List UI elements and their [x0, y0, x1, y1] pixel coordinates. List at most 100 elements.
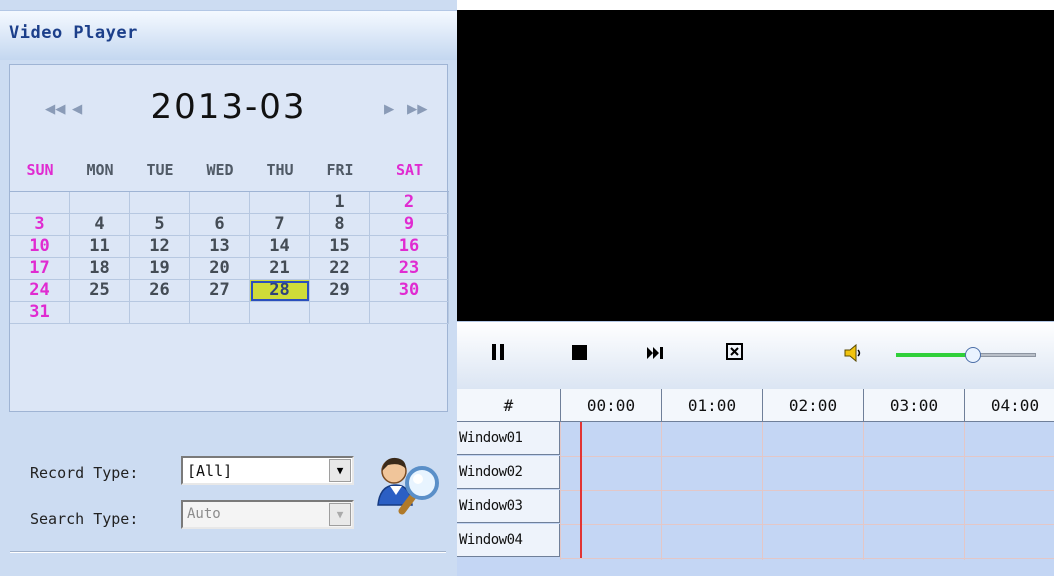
app-title: Video Player — [9, 23, 138, 43]
calendar-day-20[interactable]: 20 — [190, 258, 250, 280]
calendar-empty-cell — [130, 302, 190, 324]
timeline: # 00:00 01:00 02:00 03:00 04:00 Window01 Wind… — [457, 389, 1054, 576]
playback-cursor[interactable] — [580, 422, 582, 558]
search-type-value: Auto — [187, 506, 221, 522]
calendar-day-18[interactable]: 18 — [70, 258, 130, 280]
calendar-empty-cell — [70, 302, 130, 324]
calendar-day-13[interactable]: 13 — [190, 236, 250, 258]
column-gridline — [560, 422, 561, 560]
calendar-day-16[interactable]: 16 — [370, 236, 449, 258]
window-row-label[interactable]: Window04 — [457, 524, 560, 557]
calendar-empty-cell — [310, 302, 370, 324]
month-label: 2013-03 — [150, 87, 307, 127]
hour-header: 00:00 — [560, 389, 661, 422]
divider — [10, 551, 446, 553]
calendar-day-1[interactable]: 1 — [310, 192, 370, 214]
user-search-icon[interactable] — [376, 453, 446, 523]
record-type-select[interactable]: [All] ▼ — [181, 456, 354, 485]
pause-icon[interactable] — [491, 342, 505, 367]
calendar-header: ◀◀ ◀ 2013-03 ▶ ▶▶ — [10, 65, 447, 157]
calendar-empty-cell — [190, 302, 250, 324]
calendar-day-4[interactable]: 4 — [70, 214, 130, 236]
calendar-day-22[interactable]: 22 — [310, 258, 370, 280]
calendar-empty-cell — [70, 192, 130, 214]
calendar-empty-cell — [370, 302, 449, 324]
calendar-day-30[interactable]: 30 — [370, 280, 449, 302]
volume-fill — [896, 353, 973, 357]
calendar-day-2[interactable]: 2 — [370, 192, 449, 214]
chevron-down-icon[interactable]: ▼ — [329, 503, 351, 526]
search-type-select[interactable]: Auto ▼ — [181, 500, 354, 529]
weekday-sun: SUN — [26, 161, 54, 179]
calendar-day-3[interactable]: 3 — [10, 214, 70, 236]
record-type-label: Record Type: — [30, 464, 139, 482]
row-gridline — [560, 558, 1054, 559]
volume-knob[interactable] — [965, 347, 981, 363]
row-gridline — [560, 490, 1054, 491]
next-month-button[interactable]: ▶ — [384, 99, 394, 119]
row-gridline — [560, 456, 1054, 457]
fullscreen-icon[interactable] — [726, 343, 744, 366]
chevron-down-icon[interactable]: ▼ — [329, 459, 351, 482]
calendar-day-25[interactable]: 25 — [70, 280, 130, 302]
weekday-mon: MON — [86, 161, 114, 179]
calendar-day-28[interactable]: 28 — [250, 280, 310, 302]
calendar-day-29[interactable]: 29 — [310, 280, 370, 302]
calendar-day-10[interactable]: 10 — [10, 236, 70, 258]
speaker-icon[interactable] — [842, 342, 864, 369]
calendar-day-19[interactable]: 19 — [130, 258, 190, 280]
window-row-label[interactable]: Window02 — [457, 456, 560, 489]
calendar-day-12[interactable]: 12 — [130, 236, 190, 258]
timeline-header: # 00:00 01:00 02:00 03:00 04:00 — [457, 389, 1054, 422]
left-panel: Video Player ◀◀ ◀ 2013-03 ▶ ▶▶ SUN MON TUE… — [0, 0, 457, 576]
search-area: Record Type: [All] ▼ Search Type: Auto ▼ — [0, 420, 457, 576]
title-bar: Video Player — [0, 10, 457, 60]
weekday-header: SUN MON TUE WED THU FRI SAT — [10, 161, 447, 187]
days-grid: 1 2 3 4 5 6 7 8 9 10 11 12 13 14 15 16 17 18 19 20 21 22 23 24 2… — [10, 191, 449, 351]
video-display[interactable] — [457, 10, 1054, 321]
next-frame-icon[interactable] — [646, 344, 666, 366]
column-gridline — [863, 422, 864, 560]
calendar-day-31[interactable]: 31 — [10, 302, 70, 324]
calendar-empty-cell — [250, 302, 310, 324]
calendar-day-15[interactable]: 15 — [310, 236, 370, 258]
weekday-sat: SAT — [395, 161, 424, 179]
volume-slider[interactable] — [896, 347, 1036, 363]
calendar-day-21[interactable]: 21 — [250, 258, 310, 280]
calendar: ◀◀ ◀ 2013-03 ▶ ▶▶ SUN MON TUE WED THU FRI SAT … — [9, 64, 449, 412]
hour-header: 02:00 — [762, 389, 863, 422]
hour-header: 04:00 — [964, 389, 1054, 422]
calendar-day-8[interactable]: 8 — [310, 214, 370, 236]
calendar-day-17[interactable]: 17 — [10, 258, 70, 280]
window-row-label[interactable]: Window01 — [457, 422, 560, 455]
hour-header: 03:00 — [863, 389, 964, 422]
weekday-thu: THU — [266, 161, 294, 179]
column-gridline — [964, 422, 965, 560]
column-gridline — [661, 422, 662, 560]
calendar-day-23[interactable]: 23 — [370, 258, 449, 280]
window-row-label[interactable]: Window03 — [457, 490, 560, 523]
calendar-day-11[interactable]: 11 — [70, 236, 130, 258]
calendar-day-5[interactable]: 5 — [130, 214, 190, 236]
record-type-value: [All] — [187, 462, 233, 480]
next-year-button[interactable]: ▶▶ — [407, 99, 427, 119]
calendar-empty-cell — [250, 192, 310, 214]
calendar-day-6[interactable]: 6 — [190, 214, 250, 236]
weekday-wed: WED — [206, 161, 234, 179]
calendar-empty-cell — [190, 192, 250, 214]
calendar-day-7[interactable]: 7 — [250, 214, 310, 236]
calendar-empty-cell — [130, 192, 190, 214]
search-type-label: Search Type: — [30, 510, 139, 528]
calendar-day-27[interactable]: 27 — [190, 280, 250, 302]
weekday-fri: FRI — [326, 161, 354, 179]
weekday-tue: TUE — [146, 161, 174, 179]
calendar-day-14[interactable]: 14 — [250, 236, 310, 258]
stop-icon[interactable] — [571, 342, 589, 367]
row-gridline — [560, 524, 1054, 525]
hour-header: 01:00 — [661, 389, 762, 422]
calendar-day-26[interactable]: 26 — [130, 280, 190, 302]
calendar-day-24[interactable]: 24 — [10, 280, 70, 302]
calendar-empty-cell — [10, 192, 70, 214]
calendar-day-9[interactable]: 9 — [370, 214, 449, 236]
playback-controls — [457, 321, 1054, 389]
